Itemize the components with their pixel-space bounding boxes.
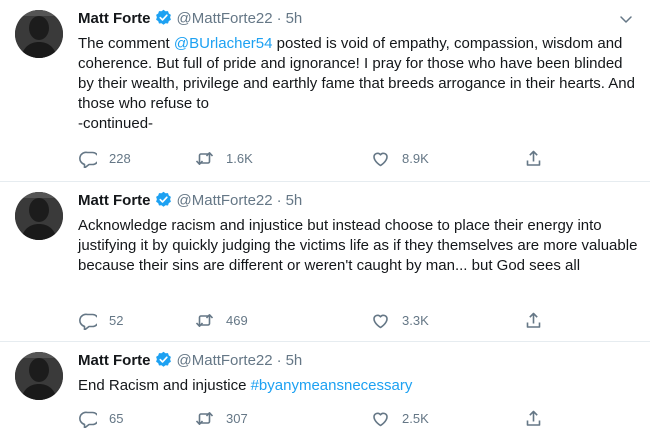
verified-badge-icon: [154, 9, 172, 26]
like-button[interactable]: 3.3K: [371, 309, 429, 331]
retweet-icon: [195, 151, 214, 165]
retweet-button[interactable]: 1.6K: [195, 147, 253, 169]
display-name[interactable]: Matt Forte: [78, 10, 151, 27]
user-handle[interactable]: @MattForte22: [177, 10, 273, 27]
text-segment: The comment: [78, 35, 174, 52]
share-icon: [526, 150, 541, 166]
tweet[interactable]: Matt Forte @MattForte22 · 5h Acknowledge ra…: [0, 182, 650, 342]
mention-link[interactable]: @BUrlacher54: [174, 35, 273, 52]
reply-count: 228: [109, 150, 131, 166]
timestamp[interactable]: 5h: [286, 352, 303, 369]
retweet-count: 307: [226, 410, 248, 426]
tweet-text: End Racism and injustice #byanymeansnece…: [78, 376, 638, 396]
user-handle[interactable]: @MattForte22: [177, 352, 273, 369]
retweet-count: 1.6K: [226, 150, 253, 166]
separator-dot: ·: [276, 192, 282, 209]
separator-dot: ·: [276, 10, 282, 27]
share-button[interactable]: [524, 309, 555, 331]
hashtag-link[interactable]: #byanymeansnecessary: [251, 377, 413, 394]
user-handle[interactable]: @MattForte22: [177, 192, 273, 209]
retweet-button[interactable]: 469: [195, 309, 248, 331]
retweet-icon: [195, 313, 214, 327]
avatar[interactable]: [15, 10, 63, 58]
display-name[interactable]: Matt Forte: [78, 352, 151, 369]
verified-badge-icon: [154, 351, 172, 368]
timestamp[interactable]: 5h: [286, 192, 303, 209]
timestamp[interactable]: 5h: [286, 10, 303, 27]
share-button[interactable]: [524, 407, 555, 429]
retweet-count: 469: [226, 312, 248, 328]
reply-count: 65: [109, 410, 124, 426]
reply-icon: [79, 313, 97, 330]
like-button[interactable]: 8.9K: [371, 147, 429, 169]
text-segment: -continued-: [78, 115, 154, 132]
heart-icon: [373, 314, 388, 328]
reply-button[interactable]: 65: [78, 407, 123, 429]
retweet-icon: [195, 411, 214, 425]
reply-button[interactable]: 52: [78, 309, 123, 331]
display-name[interactable]: Matt Forte: [78, 192, 151, 209]
tweet-text: The comment @BUrlacher54 posted is void …: [78, 34, 638, 134]
reply-icon: [79, 151, 97, 168]
heart-icon: [373, 412, 388, 426]
share-icon: [526, 312, 541, 328]
reply-button[interactable]: 228: [78, 147, 131, 169]
share-button[interactable]: [524, 147, 555, 169]
like-count: 8.9K: [402, 150, 429, 166]
tweet-text: Acknowledge racism and injustice but ins…: [78, 217, 638, 274]
reply-icon: [79, 411, 97, 428]
avatar[interactable]: [15, 192, 63, 240]
share-icon: [526, 410, 541, 426]
like-count: 2.5K: [402, 410, 429, 426]
text-segment: End Racism and injustice: [78, 377, 251, 394]
avatar[interactable]: [15, 352, 63, 400]
tweet[interactable]: Matt Forte @MattForte22 · 5h End Racism and…: [0, 342, 650, 429]
verified-badge-icon: [154, 191, 172, 208]
reply-count: 52: [109, 312, 124, 328]
heart-icon: [373, 152, 388, 166]
like-count: 3.3K: [402, 312, 429, 328]
like-button[interactable]: 2.5K: [371, 407, 429, 429]
separator-dot: ·: [276, 352, 282, 369]
chevron-down-icon[interactable]: [618, 11, 634, 27]
tweet[interactable]: Matt Forte @MattForte22 · 5h The comment @B…: [0, 0, 650, 182]
retweet-button[interactable]: 307: [195, 407, 248, 429]
